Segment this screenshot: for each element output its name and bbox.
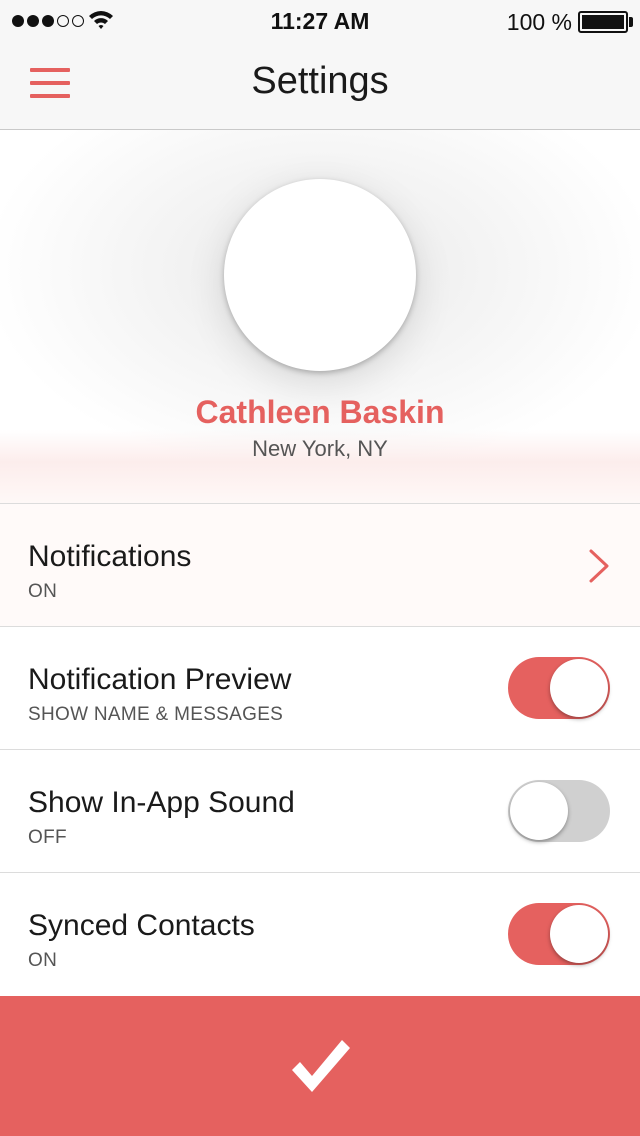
status-bar: 11:27 AM 100 % bbox=[0, 0, 640, 42]
setting-subtitle: OFF bbox=[28, 827, 67, 848]
setting-title: Synced Contacts bbox=[28, 909, 255, 942]
battery-percentage: 100 % bbox=[506, 9, 572, 35]
notification-preview-toggle[interactable] bbox=[508, 657, 610, 719]
setting-title: Notification Preview bbox=[28, 663, 292, 696]
navigation-bar: Settings bbox=[0, 42, 640, 130]
setting-row-notification-preview: Notification Preview SHOW NAME & MESSAGE… bbox=[0, 626, 640, 749]
profile-name: Cathleen Baskin bbox=[195, 394, 445, 430]
setting-subtitle: ON bbox=[28, 950, 58, 971]
setting-row-synced-contacts: Synced Contacts ON bbox=[0, 872, 640, 995]
setting-subtitle: ON bbox=[28, 581, 58, 602]
setting-title: Show In-App Sound bbox=[28, 786, 295, 819]
setting-row-in-app-sound: Show In-App Sound OFF bbox=[0, 749, 640, 872]
profile-location: New York, NY bbox=[252, 436, 388, 461]
setting-title: Notifications bbox=[28, 540, 192, 573]
setting-subtitle: SHOW NAME & MESSAGES bbox=[28, 704, 284, 725]
avatar[interactable] bbox=[224, 179, 416, 371]
battery-icon bbox=[578, 11, 628, 33]
confirm-button[interactable] bbox=[0, 996, 640, 1136]
page-title: Settings bbox=[251, 60, 389, 102]
settings-list: Notifications ON Notification Preview SH… bbox=[0, 503, 640, 995]
setting-row-notifications[interactable]: Notifications ON bbox=[0, 503, 640, 626]
checkmark-icon bbox=[292, 1040, 350, 1092]
battery-nub bbox=[629, 17, 633, 27]
in-app-sound-toggle[interactable] bbox=[508, 780, 610, 842]
profile-header: Cathleen Baskin New York, NY bbox=[0, 130, 640, 503]
synced-contacts-toggle[interactable] bbox=[508, 903, 610, 965]
chevron-right-icon[interactable] bbox=[588, 548, 610, 584]
